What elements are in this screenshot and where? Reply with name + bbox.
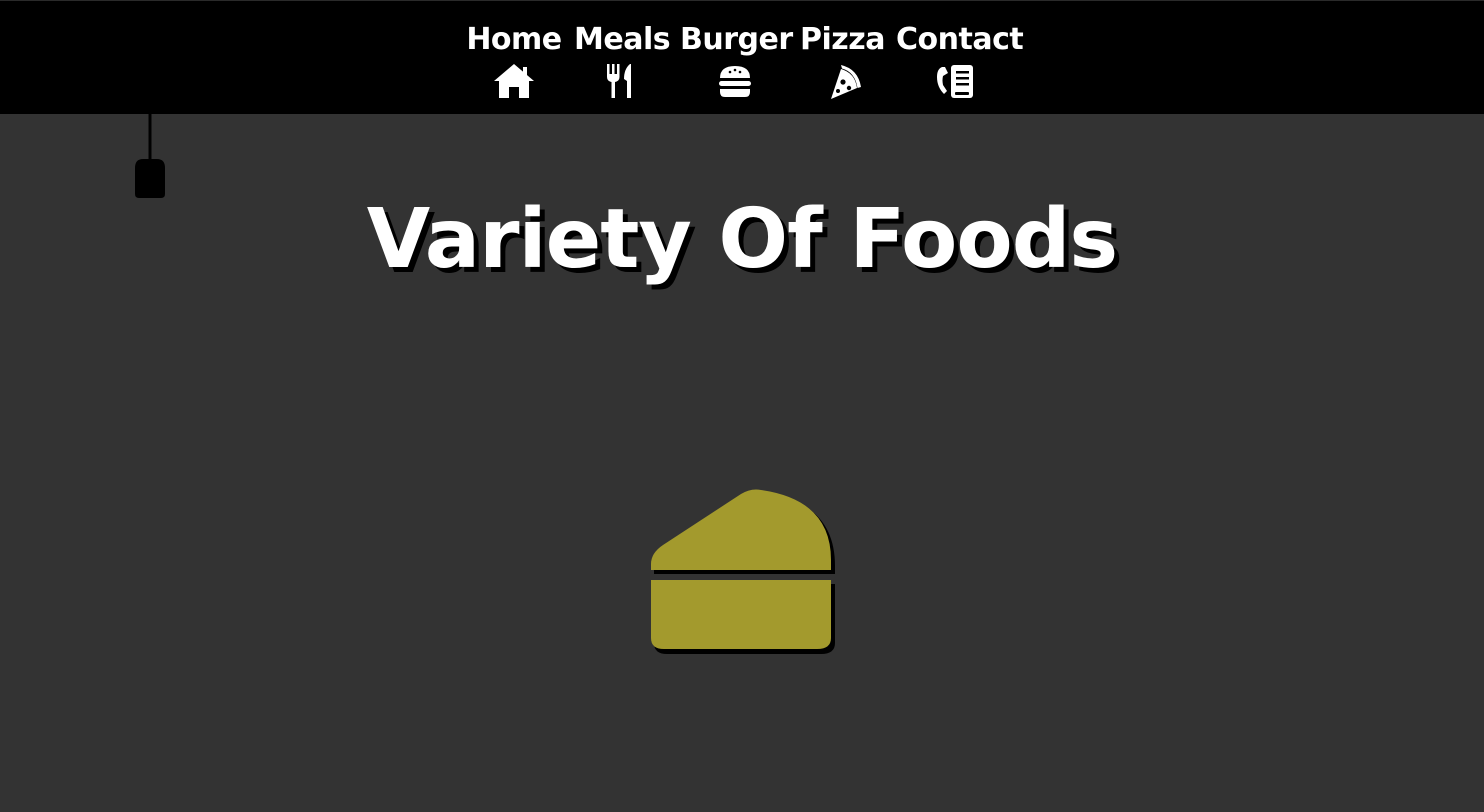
- hero-title: Variety Of Foods: [366, 192, 1118, 287]
- home-icon: [494, 64, 534, 98]
- nav-label-meals: Meals: [574, 22, 671, 57]
- nav-item-meals[interactable]: Meals: [574, 21, 671, 101]
- nav-item-pizza[interactable]: Pizza: [800, 21, 885, 101]
- nav-item-contact[interactable]: Contact: [896, 21, 1024, 101]
- nav-label-home: Home: [466, 22, 562, 57]
- nav-item-burger[interactable]: Burger: [680, 21, 793, 101]
- nav-label-pizza: Pizza: [800, 22, 885, 57]
- nav-item-home[interactable]: Home: [466, 21, 562, 101]
- navbar: Home Meals Burger Pizza Contact: [0, 0, 1484, 114]
- pizza-slice-icon: [831, 65, 861, 99]
- nav-label-contact: Contact: [896, 22, 1024, 57]
- fork-knife-icon: [607, 64, 631, 98]
- phone-book-icon: [937, 65, 973, 98]
- cake-slice-icon: [651, 489, 835, 654]
- burger-icon: [719, 66, 751, 97]
- nav-label-burger: Burger: [680, 22, 793, 57]
- hanging-lamp-icon: [135, 114, 165, 198]
